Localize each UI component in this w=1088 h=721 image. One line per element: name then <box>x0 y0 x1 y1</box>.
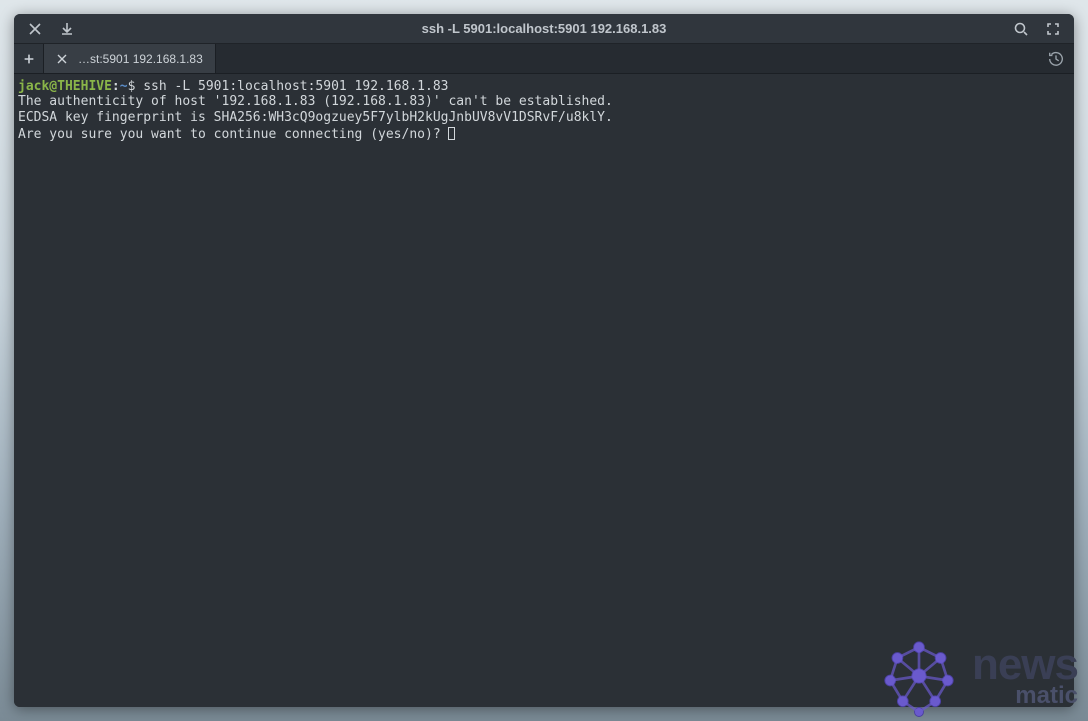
download-icon[interactable] <box>58 20 76 38</box>
titlebar: ssh -L 5901:localhost:5901 192.168.1.83 <box>14 14 1074 44</box>
new-tab-button[interactable] <box>14 44 44 73</box>
prompt-path: ~ <box>120 79 128 94</box>
terminal-body[interactable]: jack@THEHIVE:~$ ssh -L 5901:localhost:59… <box>14 74 1074 707</box>
prompt-sep: : <box>112 79 120 94</box>
terminal-line: ECDSA key fingerprint is SHA256:WH3cQ9og… <box>18 110 613 125</box>
history-icon[interactable] <box>1038 44 1074 73</box>
terminal-cursor <box>448 127 455 140</box>
tab-label: …st:5901 192.168.1.83 <box>78 52 203 66</box>
prompt-userhost: jack@THEHIVE <box>18 79 112 94</box>
close-icon[interactable] <box>26 20 44 38</box>
search-icon[interactable] <box>1012 20 1030 38</box>
terminal-line: Are you sure you want to continue connec… <box>18 127 448 142</box>
tab-active[interactable]: …st:5901 192.168.1.83 <box>44 44 216 73</box>
tab-close-icon[interactable] <box>56 53 68 65</box>
tabbar: …st:5901 192.168.1.83 <box>14 44 1074 74</box>
terminal-command-text: ssh -L 5901:localhost:5901 192.168.1.83 <box>143 79 448 94</box>
terminal-line: The authenticity of host '192.168.1.83 (… <box>18 94 613 109</box>
terminal-window: ssh -L 5901:localhost:5901 192.168.1.83 … <box>14 14 1074 707</box>
titlebar-right <box>1000 20 1074 38</box>
titlebar-left <box>14 20 88 38</box>
window-title: ssh -L 5901:localhost:5901 192.168.1.83 <box>14 21 1074 36</box>
fullscreen-icon[interactable] <box>1044 20 1062 38</box>
